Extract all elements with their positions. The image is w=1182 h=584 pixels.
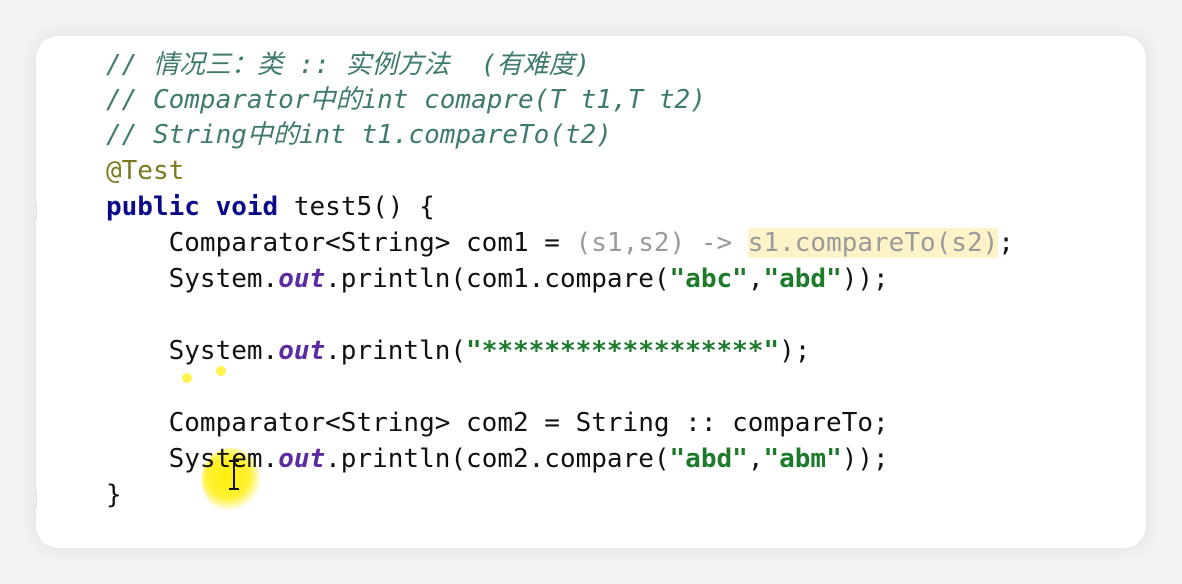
method-signature-line[interactable]: public void test5() {: [106, 190, 435, 224]
string-literal: "abm": [763, 444, 842, 474]
code-line-print2[interactable]: System.out.println(com2.compare("abd","a…: [106, 442, 889, 476]
annotation-line[interactable]: @Test: [106, 154, 184, 188]
keyword-public: public: [106, 192, 200, 222]
code-editor-panel: // 情况三：类 :: 实例方法 (有难度) // Comparator中的in…: [36, 36, 1146, 548]
text-cursor-icon: [229, 460, 239, 490]
closing-parens: ));: [841, 264, 889, 294]
comma: ,: [747, 444, 764, 474]
lambda-body-highlighted: s1.compareTo(s2): [747, 228, 999, 258]
comment-line-2[interactable]: // Comparator中的int comapre(T t1,T t2): [106, 83, 706, 117]
method-name: test5() {: [278, 192, 435, 222]
comment-line-3[interactable]: // String中的int t1.compareTo(t2): [106, 118, 612, 152]
println-call: .println(: [325, 336, 467, 366]
gutter-marker: [36, 202, 41, 220]
closing-parens: );: [779, 336, 811, 366]
string-literal: "******************": [466, 336, 780, 366]
closing-parens: ));: [841, 444, 889, 474]
keyword-void: void: [215, 192, 279, 222]
string-literal: "abd": [763, 264, 842, 294]
system-text: System.: [106, 444, 279, 474]
highlight-dot: [182, 373, 192, 383]
semicolon: ;: [998, 228, 1014, 258]
comment-line-1[interactable]: // 情况三：类 :: 实例方法 (有难度): [106, 48, 590, 82]
code-line-com2[interactable]: Comparator<String> com2 = String :: comp…: [106, 406, 889, 440]
println-call: .println(com2.compare(: [325, 444, 670, 474]
lambda-params: (s1,s2) ->: [575, 228, 748, 258]
comma: ,: [747, 264, 764, 294]
system-text: System.: [106, 336, 279, 366]
out-field: out: [278, 264, 326, 294]
println-call: .println(com1.compare(: [325, 264, 670, 294]
string-literal: "abc": [669, 264, 748, 294]
code-line-com1[interactable]: Comparator<String> com1 = (s1,s2) -> s1.…: [106, 226, 1014, 260]
string-literal: "abd": [669, 444, 748, 474]
code-line-print-stars[interactable]: System.out.println("******************")…: [106, 334, 811, 368]
out-field: out: [278, 444, 326, 474]
com1-declaration: Comparator<String> com1 =: [106, 228, 576, 258]
code-line-print1[interactable]: System.out.println(com1.compare("abc","a…: [106, 262, 889, 296]
out-field: out: [278, 336, 326, 366]
gutter-marker: [36, 490, 41, 508]
highlight-dot: [216, 366, 226, 376]
closing-brace-line[interactable]: }: [106, 478, 122, 512]
system-text: System.: [106, 264, 279, 294]
